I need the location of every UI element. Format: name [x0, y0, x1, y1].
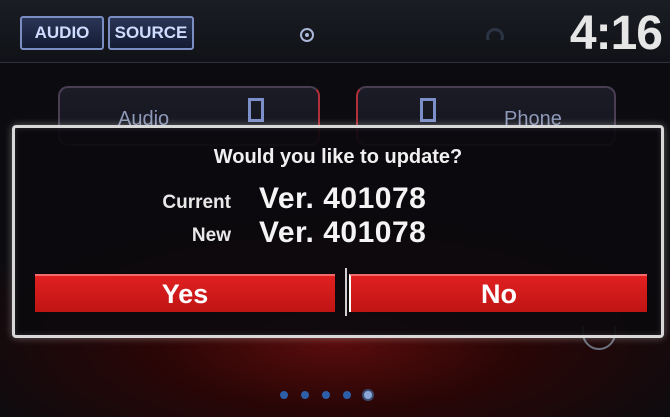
update-dialog: Would you like to update? Current Ver. 4… — [12, 125, 664, 338]
wifi-icon — [486, 28, 504, 40]
phone-tile-icon — [420, 98, 436, 122]
yes-button[interactable]: Yes — [35, 274, 335, 312]
page-dot[interactable] — [343, 391, 351, 399]
new-version-label: New — [191, 225, 231, 246]
page-dot[interactable] — [301, 391, 309, 399]
current-version-value: Ver. 401078 — [259, 182, 427, 215]
audio-button[interactable]: AUDIO — [20, 16, 104, 50]
new-version-value: Ver. 401078 — [259, 216, 427, 249]
status-bar: AUDIO SOURCE 4:16 — [0, 0, 670, 63]
page-dot[interactable] — [322, 391, 330, 399]
current-version-label: Current — [162, 192, 231, 213]
no-button[interactable]: No — [349, 274, 647, 312]
button-divider — [345, 268, 347, 316]
source-button[interactable]: SOURCE — [108, 16, 194, 50]
dialog-title: Would you like to update? — [213, 146, 463, 168]
page-dot[interactable] — [280, 391, 288, 399]
navigation-icon — [300, 28, 314, 42]
head-unit-screen: AUDIO SOURCE 4:16 Audio Phone Would you … — [0, 0, 670, 417]
clock: 4:16 — [569, 7, 663, 60]
audio-tile-icon — [248, 98, 264, 122]
page-indicator — [280, 388, 372, 402]
page-dot[interactable] — [364, 391, 372, 399]
